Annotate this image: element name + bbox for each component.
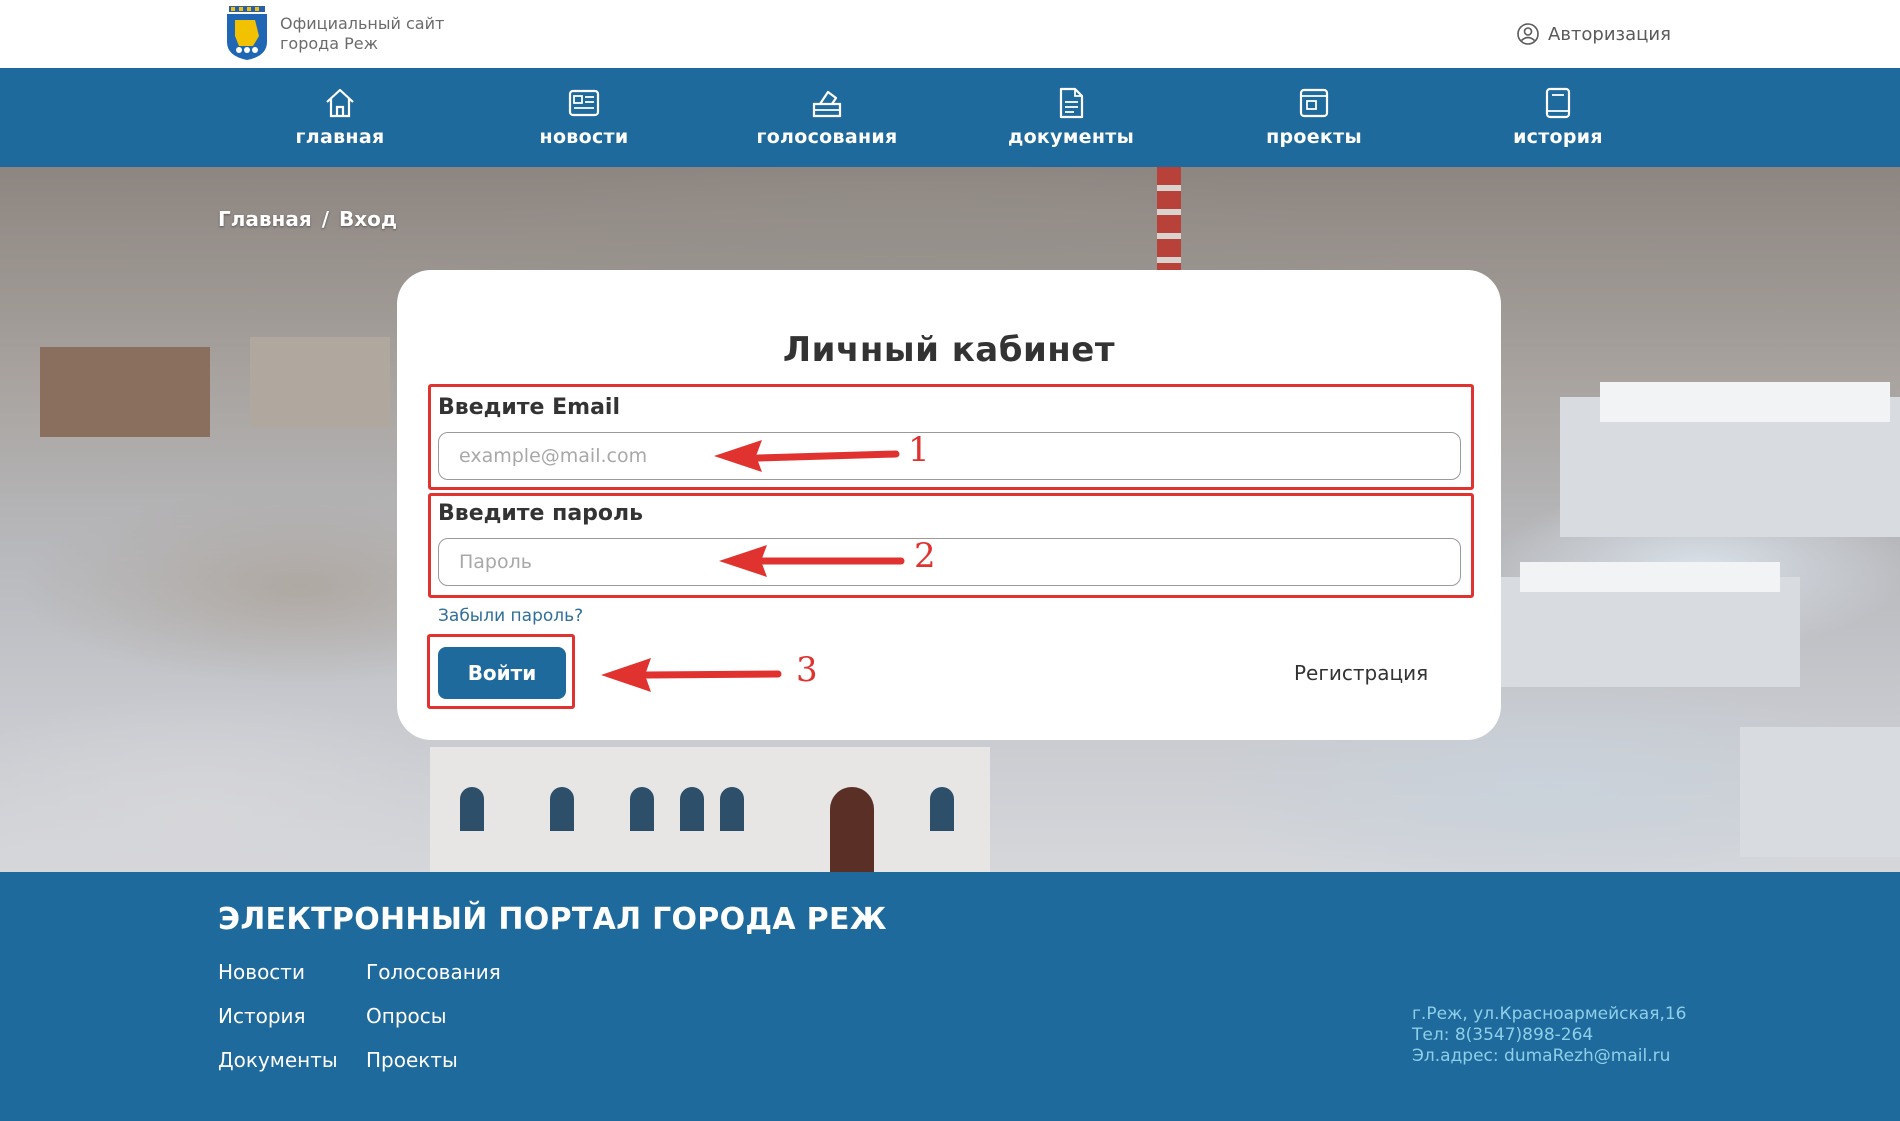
nav-label-projects: проекты — [1266, 126, 1362, 148]
hero-church-window — [550, 787, 574, 831]
hero-church-window — [630, 787, 654, 831]
footer-address: г.Реж, ул.Красноармейская,16 — [1412, 1004, 1687, 1024]
top-bar: Официальный сайт города Реж Авторизация — [0, 0, 1900, 68]
home-icon — [326, 88, 354, 118]
city-coat-of-arms-icon[interactable] — [225, 6, 269, 60]
nav-item-home[interactable]: главная — [250, 86, 430, 148]
nav-item-documents[interactable]: документы — [981, 86, 1161, 148]
project-icon — [1299, 88, 1329, 118]
register-link[interactable]: Регистрация — [1294, 661, 1428, 685]
password-field[interactable] — [438, 538, 1461, 586]
footer-email: Эл.адрес: dumaRezh@mail.ru — [1412, 1046, 1671, 1066]
login-title: Личный кабинет — [782, 330, 1116, 370]
hero-building — [40, 347, 210, 437]
breadcrumb-separator: / — [321, 207, 330, 231]
email-label: Введите Email — [438, 395, 621, 420]
site-title-line1: Официальный сайт — [280, 14, 445, 33]
annotation-arrow-3 — [601, 658, 782, 692]
hero-church-window — [460, 787, 484, 831]
footer-link-polls[interactable]: Опросы — [366, 1004, 447, 1028]
annotation-number-1: 1 — [908, 430, 930, 470]
password-label: Введите пароль — [438, 501, 644, 526]
breadcrumb: Главная / Вход — [218, 207, 397, 231]
annotation-number-3: 3 — [796, 650, 818, 690]
hero-building — [250, 337, 390, 427]
hero-roof — [1600, 382, 1890, 422]
footer-link-documents[interactable]: Документы — [218, 1048, 338, 1072]
nav-item-history[interactable]: история — [1468, 86, 1648, 148]
newspaper-icon — [568, 89, 600, 117]
nav-label-home: главная — [295, 126, 385, 148]
login-button[interactable]: Войти — [438, 647, 566, 699]
hero-church — [430, 747, 990, 872]
footer: ЭЛЕКТРОННЫЙ ПОРТАЛ ГОРОДА РЕЖ Новости Ис… — [0, 872, 1900, 1121]
ballot-box-icon — [812, 90, 842, 118]
hero-chimney — [1157, 167, 1181, 272]
nav-item-news[interactable]: новости — [494, 86, 674, 148]
footer-link-news[interactable]: Новости — [218, 960, 305, 984]
annotation-arrow-2 — [719, 545, 905, 577]
email-field[interactable] — [438, 432, 1461, 480]
hero-building — [1740, 727, 1900, 857]
authorization-link[interactable]: Авторизация — [1516, 22, 1671, 46]
forgot-password-link[interactable]: Забыли пароль? — [438, 606, 583, 626]
nav-item-voting[interactable]: голосования — [737, 86, 917, 148]
breadcrumb-current: Вход — [339, 207, 398, 231]
site-title: Официальный сайт города Реж — [280, 14, 444, 54]
user-circle-icon — [1517, 23, 1539, 45]
nav-label-history: история — [1513, 126, 1603, 148]
hero-church-window — [680, 787, 704, 831]
footer-link-projects[interactable]: Проекты — [366, 1048, 458, 1072]
nav-item-projects[interactable]: проекты — [1224, 86, 1404, 148]
main-navigation: главная новости голосования документы пр… — [0, 68, 1900, 167]
nav-label-documents: документы — [1007, 126, 1135, 148]
nav-label-voting: голосования — [756, 126, 898, 148]
hero-church-window — [930, 787, 954, 831]
footer-phone: Тел: 8(3547)898-264 — [1412, 1025, 1594, 1045]
hero-church-window — [720, 787, 744, 831]
hero-roof — [1520, 562, 1780, 592]
nav-label-news: новости — [539, 126, 629, 148]
site-title-line2: города Реж — [280, 34, 378, 53]
breadcrumb-home-link[interactable]: Главная — [218, 207, 312, 231]
footer-link-history[interactable]: История — [218, 1004, 306, 1028]
footer-link-voting[interactable]: Голосования — [366, 960, 501, 984]
hero-building — [1500, 577, 1800, 687]
document-icon — [1059, 87, 1084, 119]
hero-church-door — [830, 787, 874, 872]
footer-contacts: г.Реж, ул.Красноармейская,16 Тел: 8(3547… — [1412, 1004, 1686, 1067]
annotation-arrow-1 — [714, 440, 900, 472]
book-icon — [1545, 87, 1571, 119]
authorization-label: Авторизация — [1548, 23, 1671, 45]
annotation-number-2: 2 — [914, 536, 936, 576]
footer-title: ЭЛЕКТРОННЫЙ ПОРТАЛ ГОРОДА РЕЖ — [218, 902, 887, 937]
